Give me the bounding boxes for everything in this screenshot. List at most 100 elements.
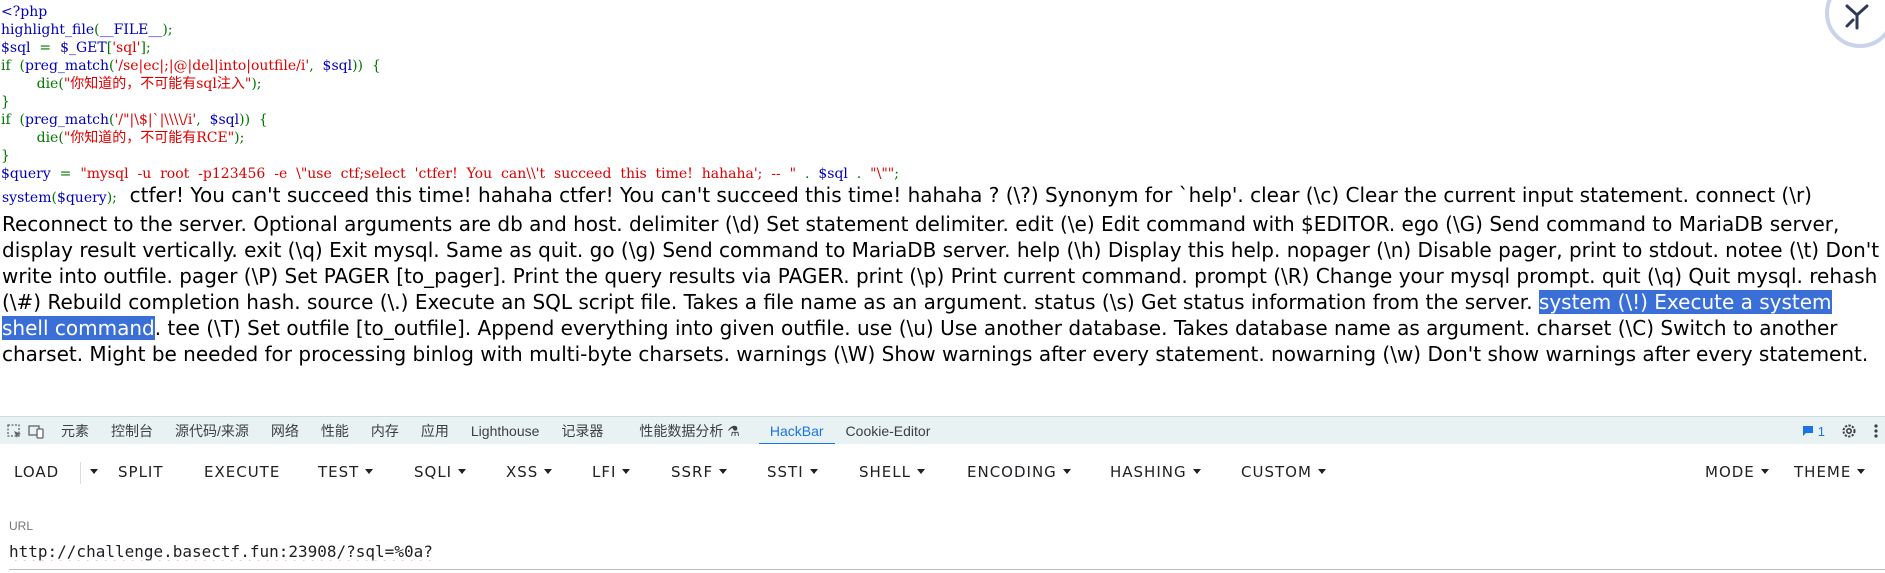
query-variable: $query — [1, 166, 51, 182]
test-label: TEST — [318, 463, 360, 481]
devtools-right-controls: 1 — [1802, 417, 1879, 445]
more-vert-icon[interactable] — [1873, 423, 1879, 439]
chevron-down-icon — [458, 469, 467, 474]
closing-quote-string: "\"" — [870, 166, 895, 182]
chevron-down-icon — [719, 469, 728, 474]
comma: , — [309, 58, 323, 74]
shell-menu[interactable]: SHELL — [859, 463, 925, 481]
settings-gear-icon[interactable] — [1841, 423, 1857, 439]
paren: ); — [251, 76, 262, 92]
theme-menu[interactable]: THEME — [1794, 463, 1866, 481]
get-key: 'sql' — [112, 40, 141, 56]
tab-cookie-editor[interactable]: Cookie-Editor — [835, 417, 942, 445]
issues-icon — [1802, 426, 1813, 436]
hashing-menu[interactable]: HASHING — [1110, 463, 1201, 481]
load-divider — [80, 462, 81, 484]
paren: ); — [234, 130, 245, 146]
split-button[interactable]: SPLIT — [118, 463, 164, 481]
die-message: "你知道的，不可能有sql注入" — [63, 76, 252, 92]
url-underline — [9, 569, 1885, 570]
xss-menu[interactable]: XSS — [506, 463, 553, 481]
concat-operator: . — [847, 166, 871, 182]
file-constant: __FILE__ — [99, 22, 163, 38]
preg-match-call: preg_match — [25, 112, 110, 128]
encoding-menu[interactable]: ENCODING — [967, 463, 1071, 481]
semicolon: ; — [894, 166, 899, 182]
inspect-icon[interactable] — [6, 423, 22, 439]
command-output: system($query); ctfer! You can't succeed… — [2, 182, 1882, 367]
load-menu-caret[interactable] — [84, 463, 98, 481]
tab-hackbar[interactable]: HackBar — [758, 417, 835, 445]
code-line-1: <?php — [1, 3, 1881, 21]
chevron-down-icon — [1192, 469, 1201, 474]
die-call: die — [36, 76, 59, 92]
mode-menu[interactable]: MODE — [1705, 463, 1769, 481]
hackbar-toolbar: LOAD SPLIT EXECUTE TEST SQLI XSS LFI SSR… — [0, 444, 1885, 500]
code-line-9: } — [1, 147, 1881, 165]
hashing-label: HASHING — [1110, 463, 1187, 481]
tab-sources[interactable]: 源代码/来源 — [164, 417, 260, 445]
system-call: system($query); — [2, 190, 117, 206]
code-line-4: if (preg_match('/se|ec|;|@|del|into|outf… — [1, 57, 1881, 75]
chevron-down-icon — [1062, 469, 1071, 474]
sql-variable: $sql — [209, 112, 240, 128]
tab-console[interactable]: 控制台 — [100, 417, 164, 445]
chevron-down-icon — [90, 469, 98, 474]
tab-network[interactable]: 网络 — [260, 417, 310, 445]
mode-label: MODE — [1705, 463, 1755, 481]
issues-button[interactable]: 1 — [1802, 424, 1825, 439]
tab-recorder[interactable]: 记录器 — [550, 417, 614, 445]
lfi-menu[interactable]: LFI — [592, 463, 631, 481]
output-text-tail: . tee (\T) Set outfile [to_outfile]. App… — [2, 316, 1869, 366]
code-line-8: die("你知道的，不可能有RCE"); — [1, 129, 1881, 147]
code-line-7: if (preg_match('/"|\$|`|\\\\/i', $sql)) … — [1, 111, 1881, 129]
highlight-file-call: highlight_file — [1, 22, 95, 38]
shell-label: SHELL — [859, 463, 911, 481]
code-line-2: highlight_file(__FILE__); — [1, 21, 1881, 39]
custom-menu[interactable]: CUSTOM — [1241, 463, 1326, 481]
load-button[interactable]: LOAD — [14, 463, 59, 481]
encoding-label: ENCODING — [967, 463, 1057, 481]
theme-label: THEME — [1794, 463, 1852, 481]
lfi-label: LFI — [592, 463, 617, 481]
url-input[interactable] — [9, 542, 1879, 561]
url-label: URL — [9, 519, 34, 533]
device-toolbar-icon[interactable] — [28, 423, 44, 439]
php-source-code: <?php highlight_file(__FILE__); $sql = $… — [1, 3, 1881, 183]
execute-button[interactable]: EXECUTE — [204, 463, 280, 481]
tab-elements[interactable]: 元素 — [50, 417, 100, 445]
rce-filter-pattern: '/"|\$|`|\\\\/i' — [114, 112, 197, 128]
operator: = — [30, 40, 61, 56]
sqli-menu[interactable]: SQLI — [414, 463, 467, 481]
tab-lighthouse[interactable]: Lighthouse — [460, 417, 551, 445]
chevron-down-icon — [1317, 469, 1326, 474]
code-line-5: die("你知道的，不可能有sql注入"); — [1, 75, 1881, 93]
logo-glyph-icon — [1845, 4, 1869, 30]
ssrf-menu[interactable]: SSRF — [671, 463, 728, 481]
test-menu[interactable]: TEST — [318, 463, 374, 481]
preg-match-call: preg_match — [25, 58, 110, 74]
system-function: system — [2, 190, 52, 206]
xss-label: XSS — [506, 463, 539, 481]
sql-variable: $sql — [1, 40, 31, 56]
operator: = — [50, 166, 81, 182]
tab-performance[interactable]: 性能 — [310, 417, 360, 445]
paren: )) { — [352, 58, 381, 74]
issues-count: 1 — [1817, 423, 1825, 439]
php-open-tag: <?php — [1, 4, 48, 20]
tab-application[interactable]: 应用 — [410, 417, 460, 445]
tab-memory[interactable]: 内存 — [360, 417, 410, 445]
url-section: URL — [0, 500, 1885, 573]
query-variable: $query — [56, 190, 107, 206]
custom-label: CUSTOM — [1241, 463, 1312, 481]
chevron-down-icon — [809, 469, 818, 474]
chevron-down-icon — [917, 469, 925, 474]
tab-performance-insights[interactable]: 性能数据分析 ⚗ — [628, 417, 750, 445]
paren: ); — [162, 22, 173, 38]
chevron-down-icon — [1857, 469, 1866, 474]
ssti-menu[interactable]: SSTI — [767, 463, 818, 481]
concat-operator: . — [796, 166, 819, 182]
ssti-label: SSTI — [767, 463, 804, 481]
